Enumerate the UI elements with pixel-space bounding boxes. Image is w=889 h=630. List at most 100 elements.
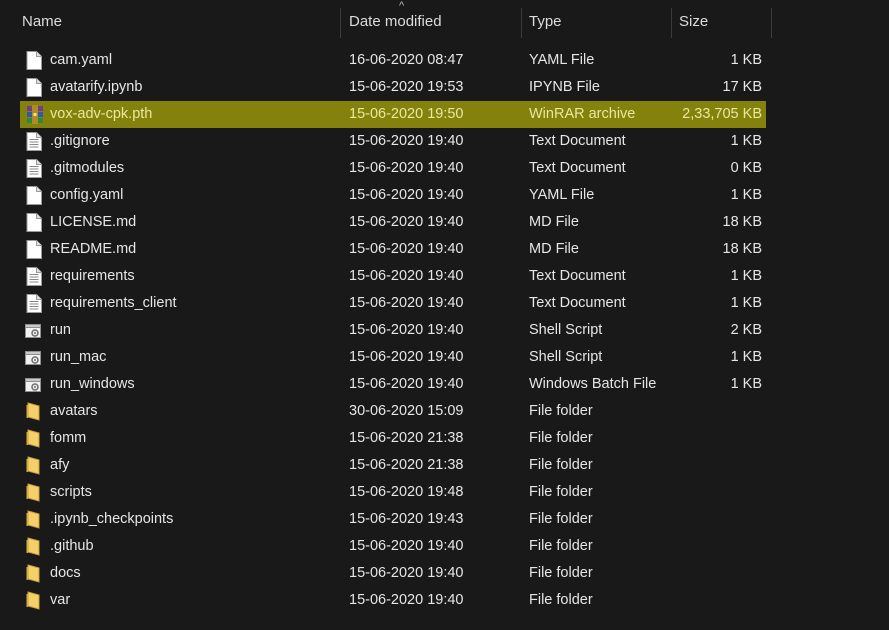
file-row[interactable]: docs 15-06-2020 19:40 File folder xyxy=(20,560,766,587)
file-date-modified: 15-06-2020 19:40 xyxy=(349,349,464,365)
file-date-modified: 15-06-2020 19:40 xyxy=(349,214,464,230)
file-row[interactable]: requirements 15-06-2020 19:40 Text Documen… xyxy=(20,263,766,290)
file-name: run_windows xyxy=(50,376,135,392)
column-header-size-label: Size xyxy=(679,13,709,30)
file-icon xyxy=(26,240,42,259)
file-size: 1 KB xyxy=(730,133,762,149)
text-file-icon xyxy=(26,267,42,286)
file-size: 1 KB xyxy=(730,52,762,68)
file-size: 18 KB xyxy=(722,241,763,257)
column-header-name[interactable]: Name xyxy=(22,0,338,44)
column-header-type[interactable]: Type xyxy=(529,0,669,44)
file-name: run xyxy=(50,322,71,338)
column-separator[interactable] xyxy=(521,8,522,38)
file-name: .github xyxy=(50,538,94,554)
file-row[interactable]: README.md 15-06-2020 19:40 MD File 18 KB xyxy=(20,236,766,263)
file-row[interactable]: avatarify.ipynb 15-06-2020 19:53 IPYNB Fil… xyxy=(20,74,766,101)
file-row[interactable]: .gitignore 15-06-2020 19:40 Text Document 1… xyxy=(20,128,766,155)
file-row[interactable]: run_mac 15-06-2020 19:40 Shell Script 1 KB xyxy=(20,344,766,371)
file-name: cam.yaml xyxy=(50,52,113,68)
file-date-modified: 15-06-2020 19:40 xyxy=(349,538,464,554)
file-date-modified: 15-06-2020 19:40 xyxy=(349,592,464,608)
file-name: .gitignore xyxy=(50,133,110,149)
file-icon xyxy=(26,186,42,205)
file-date-modified: 15-06-2020 19:40 xyxy=(349,565,464,581)
file-type: WinRAR archive xyxy=(529,106,636,122)
file-name: avatars xyxy=(50,403,98,419)
file-row[interactable]: fomm 15-06-2020 21:38 File folder xyxy=(20,425,766,452)
file-date-modified: 15-06-2020 19:40 xyxy=(349,268,464,284)
column-separator[interactable] xyxy=(771,8,772,38)
file-row[interactable]: var 15-06-2020 19:40 File folder xyxy=(20,587,766,614)
file-name: LICENSE.md xyxy=(50,214,137,230)
file-type: File folder xyxy=(529,457,593,473)
file-size: 17 KB xyxy=(722,79,763,95)
file-row[interactable]: requirements_client 15-06-2020 19:40 Text … xyxy=(20,290,766,317)
folder-icon xyxy=(26,456,42,475)
file-size: 1 KB xyxy=(730,376,762,392)
file-row[interactable]: vox-adv-cpk.pth 15-06-2020 19:50 WinRAR ar… xyxy=(20,101,766,128)
file-name: fomm xyxy=(50,430,87,446)
file-date-modified: 15-06-2020 19:40 xyxy=(349,322,464,338)
file-name: README.md xyxy=(50,241,137,257)
file-row[interactable]: cam.yaml 16-06-2020 08:47 YAML File 1 KB xyxy=(20,47,766,74)
file-date-modified: 15-06-2020 19:43 xyxy=(349,511,464,527)
file-date-modified: 16-06-2020 08:47 xyxy=(349,52,464,68)
file-icon xyxy=(26,213,42,232)
file-row[interactable]: afy 15-06-2020 21:38 File folder xyxy=(20,452,766,479)
file-size: 1 KB xyxy=(730,268,762,284)
column-separator[interactable] xyxy=(671,8,672,38)
file-type: Shell Script xyxy=(529,349,603,365)
file-type: Text Document xyxy=(529,268,626,284)
column-header-type-label: Type xyxy=(529,13,562,30)
file-type: File folder xyxy=(529,403,593,419)
file-name: docs xyxy=(50,565,81,581)
file-size: 1 KB xyxy=(730,349,762,365)
file-row[interactable]: run_windows 15-06-2020 19:40 Windows Batch… xyxy=(20,371,766,398)
file-type: Shell Script xyxy=(529,322,603,338)
file-date-modified: 30-06-2020 15:09 xyxy=(349,403,464,419)
file-date-modified: 15-06-2020 19:40 xyxy=(349,187,464,203)
file-date-modified: 15-06-2020 19:50 xyxy=(349,106,464,122)
file-row[interactable]: .github 15-06-2020 19:40 File folder xyxy=(20,533,766,560)
file-type: File folder xyxy=(529,592,593,608)
file-name: requirements xyxy=(50,268,135,284)
file-name: requirements_client xyxy=(50,295,177,311)
file-name: run_mac xyxy=(50,349,107,365)
file-row[interactable]: run 15-06-2020 19:40 Shell Script 2 KB xyxy=(20,317,766,344)
folder-icon xyxy=(26,591,42,610)
file-row[interactable]: .gitmodules 15-06-2020 19:40 Text Document… xyxy=(20,155,766,182)
file-type: IPYNB File xyxy=(529,79,600,95)
file-row[interactable]: LICENSE.md 15-06-2020 19:40 MD File 18 KB xyxy=(20,209,766,236)
file-type: YAML File xyxy=(529,52,595,68)
file-type: YAML File xyxy=(529,187,595,203)
column-separator[interactable] xyxy=(340,8,341,38)
file-type: File folder xyxy=(529,565,593,581)
folder-icon xyxy=(26,429,42,448)
file-row[interactable]: avatars 30-06-2020 15:09 File folder xyxy=(20,398,766,425)
file-row[interactable]: config.yaml 15-06-2020 19:40 YAML File 1 KB xyxy=(20,182,766,209)
file-size: 0 KB xyxy=(730,160,762,176)
text-file-icon xyxy=(26,159,42,178)
text-file-icon xyxy=(26,294,42,313)
script-icon xyxy=(25,377,41,396)
file-icon xyxy=(26,51,42,70)
file-type: File folder xyxy=(529,484,593,500)
file-row[interactable]: scripts 15-06-2020 19:48 File folder xyxy=(20,479,766,506)
file-size: 2 KB xyxy=(730,322,762,338)
column-header-size[interactable]: Size xyxy=(679,0,769,44)
folder-icon xyxy=(26,402,42,421)
folder-icon xyxy=(26,564,42,583)
folder-icon xyxy=(26,537,42,556)
script-icon xyxy=(25,323,41,342)
text-file-icon xyxy=(26,132,42,151)
file-date-modified: 15-06-2020 19:53 xyxy=(349,79,464,95)
file-date-modified: 15-06-2020 19:40 xyxy=(349,376,464,392)
file-name: avatarify.ipynb xyxy=(50,79,143,95)
file-date-modified: 15-06-2020 19:40 xyxy=(349,133,464,149)
file-size: 2,33,705 KB xyxy=(682,106,762,122)
file-name: var xyxy=(50,592,71,608)
column-header-date[interactable]: ^ Date modified xyxy=(349,0,519,44)
file-row[interactable]: .ipynb_checkpoints 15-06-2020 19:43 File f… xyxy=(20,506,766,533)
file-date-modified: 15-06-2020 21:38 xyxy=(349,457,464,473)
